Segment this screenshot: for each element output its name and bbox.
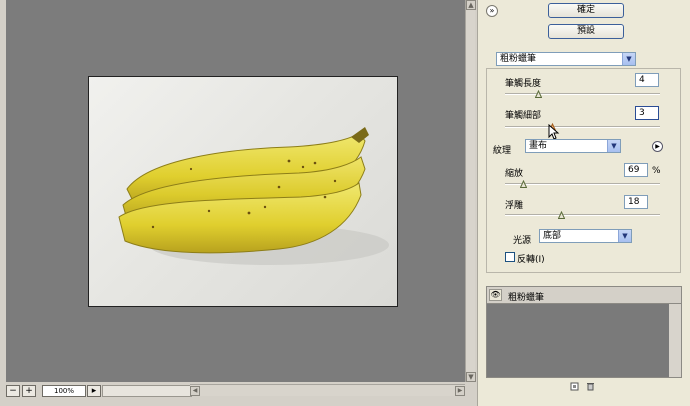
stroke-detail-slider[interactable] — [505, 123, 660, 131]
stroke-length-input[interactable]: 4 — [635, 73, 659, 87]
relief-slider[interactable] — [505, 211, 660, 219]
filter-select-value: 粗粉蠟筆 — [500, 54, 537, 64]
layer-name: 粗粉蠟筆 — [508, 293, 545, 303]
mouse-cursor-icon — [548, 124, 560, 140]
preview-canvas[interactable] — [6, 0, 465, 382]
filter-select[interactable]: 粗粉蠟筆 ▼ — [496, 52, 636, 66]
double-chevron-icon[interactable]: » — [486, 5, 498, 17]
chevron-down-icon: ▼ — [607, 140, 620, 152]
relief-input[interactable]: 18 — [624, 195, 648, 209]
slider-thumb[interactable] — [558, 211, 565, 219]
zoom-in-button[interactable]: + — [22, 385, 36, 397]
light-label: 光源 — [513, 236, 532, 246]
preview-vertical-scrollbar[interactable]: ▲ ▼ — [465, 0, 476, 382]
layer-row[interactable]: 👁 粗粉蠟筆 — [487, 287, 681, 304]
trash-icon[interactable] — [586, 382, 595, 391]
texture-label: 紋理 — [493, 146, 512, 156]
stroke-length-slider[interactable] — [505, 90, 660, 98]
texture-select[interactable]: 畫布 ▼ — [525, 139, 621, 153]
relief-label: 浮雕 — [505, 201, 524, 211]
scaling-input[interactable]: 69 — [624, 163, 648, 177]
scaling-slider[interactable] — [505, 180, 660, 188]
slider-thumb[interactable] — [520, 180, 527, 188]
filter-gallery-window: ▲ ▼ − + 100% ▸ ◀ ▶ » 確定 預設 粗粉蠟筆 ▼ 筆觸長度 4 — [0, 0, 690, 406]
chevron-down-icon: ▼ — [618, 230, 631, 242]
preview-horizontal-scrollbar[interactable]: ◀ ▶ — [190, 384, 465, 396]
new-layer-icon[interactable] — [570, 382, 579, 391]
scroll-up-icon[interactable]: ▲ — [466, 0, 476, 10]
invert-label: 反轉(I) — [517, 255, 545, 265]
zoom-menu-arrow-icon[interactable]: ▸ — [87, 385, 101, 397]
zoom-out-button[interactable]: − — [6, 385, 20, 397]
stroke-detail-input[interactable]: 3 — [635, 106, 659, 120]
slider-thumb[interactable] — [535, 90, 542, 98]
filter-settings-panel: » 確定 預設 粗粉蠟筆 ▼ 筆觸長度 4 筆觸細部 3 紋理 畫布 ▼ ▶ 縮… — [477, 0, 690, 406]
statusbar-field — [102, 385, 192, 397]
banana-preview-image — [88, 76, 398, 307]
zoom-level: 100% — [42, 385, 86, 397]
texture-select-value: 畫布 — [529, 141, 548, 151]
light-select[interactable]: 底部 ▼ — [539, 229, 632, 243]
effect-layers-list: 👁 粗粉蠟筆 — [486, 286, 682, 378]
preview-pane: ▲ ▼ − + 100% ▸ ◀ ▶ — [0, 0, 476, 406]
ok-button[interactable]: 確定 — [548, 3, 624, 18]
layers-scrollbar[interactable] — [669, 304, 681, 377]
light-select-value: 底部 — [543, 231, 562, 241]
default-button[interactable]: 預設 — [548, 24, 624, 39]
scroll-left-icon[interactable]: ◀ — [190, 386, 200, 396]
scroll-down-icon[interactable]: ▼ — [466, 372, 476, 382]
invert-checkbox[interactable] — [505, 252, 515, 262]
eye-icon[interactable]: 👁 — [489, 289, 502, 301]
stroke-length-label: 筆觸長度 — [505, 79, 542, 89]
scaling-label: 縮放 — [505, 169, 524, 179]
scroll-right-icon[interactable]: ▶ — [455, 386, 465, 396]
stroke-detail-label: 筆觸細部 — [505, 111, 542, 121]
percent-unit: % — [652, 166, 661, 176]
chevron-down-icon: ▼ — [622, 53, 635, 65]
texture-menu-arrow-icon[interactable]: ▶ — [652, 141, 663, 152]
